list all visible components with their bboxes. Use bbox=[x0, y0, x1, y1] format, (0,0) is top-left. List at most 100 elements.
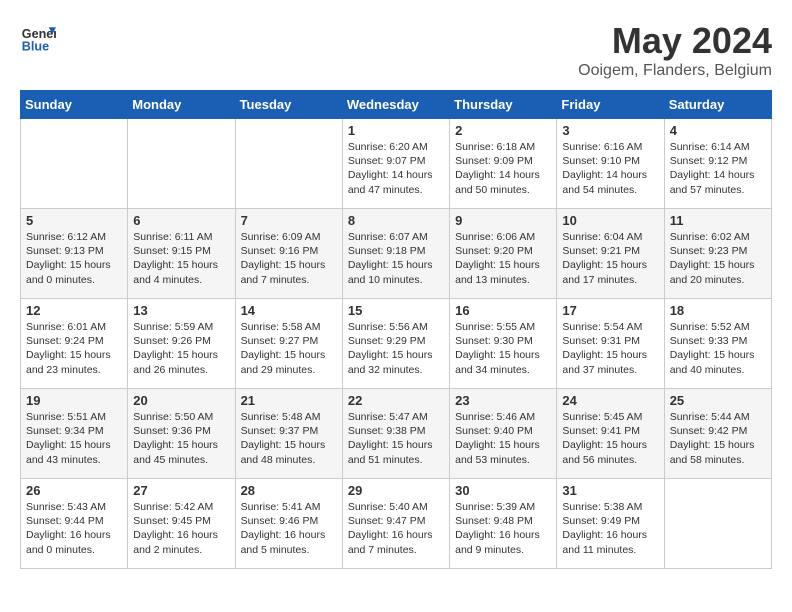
day-cell: 31Sunrise: 5:38 AM Sunset: 9:49 PM Dayli… bbox=[557, 479, 664, 569]
day-number: 23 bbox=[455, 393, 551, 408]
day-cell: 17 Sunrise: 5:54 AM Sunset: 9:31 PM Dayli… bbox=[557, 299, 664, 389]
logo-icon: General Blue bbox=[20, 20, 56, 56]
day-cell: 9Sunrise: 6:06 AM Sunset: 9:20 PM Daylig… bbox=[450, 209, 557, 299]
svg-text:Blue: Blue bbox=[22, 40, 49, 54]
col-saturday: Saturday bbox=[664, 91, 771, 119]
day-number: 4 bbox=[670, 123, 766, 138]
day-cell: 26 Sunrise: 5:43 AM Sunset: 9:44 PM Dayli… bbox=[21, 479, 128, 569]
day-number: 26 bbox=[26, 483, 122, 498]
day-info: Sunrise: 6:01 AM Sunset: 9:24 PM Dayligh… bbox=[26, 320, 122, 377]
day-number: 29 bbox=[348, 483, 444, 498]
day-cell: 29 Sunrise: 5:40 AM Sunset: 9:47 PM Dayli… bbox=[342, 479, 449, 569]
day-number: 8 bbox=[348, 213, 444, 228]
day-cell: 4 Sunrise: 6:14 AM Sunset: 9:12 PM Daylig… bbox=[664, 119, 771, 209]
day-number: 20 bbox=[133, 393, 229, 408]
day-cell: 13 Sunrise: 5:59 AM Sunset: 9:26 PM Dayli… bbox=[128, 299, 235, 389]
day-info: Sunrise: 5:46 AM Sunset: 9:40 PM Dayligh… bbox=[455, 410, 551, 467]
col-wednesday: Wednesday bbox=[342, 91, 449, 119]
day-cell: 10Sunrise: 6:04 AM Sunset: 9:21 PM Dayli… bbox=[557, 209, 664, 299]
week-row-2: 5Sunrise: 6:12 AM Sunset: 9:13 PM Daylig… bbox=[21, 209, 772, 299]
calendar-header: Sunday Monday Tuesday Wednesday Thursday… bbox=[21, 91, 772, 119]
day-cell bbox=[664, 479, 771, 569]
day-info: Sunrise: 5:55 AM Sunset: 9:30 PM Dayligh… bbox=[455, 320, 551, 377]
day-info: Sunrise: 5:54 AM Sunset: 9:31 PM Dayligh… bbox=[562, 320, 658, 377]
day-number: 12 bbox=[26, 303, 122, 318]
day-info: Sunrise: 6:16 AM Sunset: 9:10 PM Dayligh… bbox=[562, 140, 658, 197]
title-block: May 2024 Ooigem, Flanders, Belgium bbox=[578, 20, 772, 80]
day-cell: 20Sunrise: 5:50 AM Sunset: 9:36 PM Dayli… bbox=[128, 389, 235, 479]
day-cell: 11Sunrise: 6:02 AM Sunset: 9:23 PM Dayli… bbox=[664, 209, 771, 299]
day-cell: 28Sunrise: 5:41 AM Sunset: 9:46 PM Dayli… bbox=[235, 479, 342, 569]
day-info: Sunrise: 5:47 AM Sunset: 9:38 PM Dayligh… bbox=[348, 410, 444, 467]
logo: General Blue bbox=[20, 20, 56, 56]
day-cell: 22 Sunrise: 5:47 AM Sunset: 9:38 PM Dayli… bbox=[342, 389, 449, 479]
week-row-5: 26 Sunrise: 5:43 AM Sunset: 9:44 PM Dayli… bbox=[21, 479, 772, 569]
header-row: Sunday Monday Tuesday Wednesday Thursday… bbox=[21, 91, 772, 119]
day-cell: 5Sunrise: 6:12 AM Sunset: 9:13 PM Daylig… bbox=[21, 209, 128, 299]
day-cell: 27 Sunrise: 5:42 AM Sunset: 9:45 PM Dayli… bbox=[128, 479, 235, 569]
day-info: Sunrise: 6:09 AM Sunset: 9:16 PM Dayligh… bbox=[241, 230, 337, 287]
calendar-table: Sunday Monday Tuesday Wednesday Thursday… bbox=[20, 90, 772, 569]
day-info: Sunrise: 5:45 AM Sunset: 9:41 PM Dayligh… bbox=[562, 410, 658, 467]
day-cell: 19 Sunrise: 5:51 AM Sunset: 9:34 PM Dayli… bbox=[21, 389, 128, 479]
day-number: 1 bbox=[348, 123, 444, 138]
day-info: Sunrise: 5:40 AM Sunset: 9:47 PM Dayligh… bbox=[348, 500, 444, 557]
calendar-subtitle: Ooigem, Flanders, Belgium bbox=[578, 62, 772, 80]
day-info: Sunrise: 6:14 AM Sunset: 9:12 PM Dayligh… bbox=[670, 140, 766, 197]
day-info: Sunrise: 5:42 AM Sunset: 9:45 PM Dayligh… bbox=[133, 500, 229, 557]
day-cell: 12 Sunrise: 6:01 AM Sunset: 9:24 PM Dayli… bbox=[21, 299, 128, 389]
day-number: 7 bbox=[241, 213, 337, 228]
week-row-1: 1Sunrise: 6:20 AM Sunset: 9:07 PM Daylig… bbox=[21, 119, 772, 209]
day-info: Sunrise: 6:12 AM Sunset: 9:13 PM Dayligh… bbox=[26, 230, 122, 287]
day-number: 21 bbox=[241, 393, 337, 408]
day-number: 13 bbox=[133, 303, 229, 318]
day-info: Sunrise: 5:51 AM Sunset: 9:34 PM Dayligh… bbox=[26, 410, 122, 467]
day-number: 24 bbox=[562, 393, 658, 408]
day-cell: 21 Sunrise: 5:48 AM Sunset: 9:37 PM Dayli… bbox=[235, 389, 342, 479]
day-cell: 3Sunrise: 6:16 AM Sunset: 9:10 PM Daylig… bbox=[557, 119, 664, 209]
day-cell: 8 Sunrise: 6:07 AM Sunset: 9:18 PM Daylig… bbox=[342, 209, 449, 299]
day-info: Sunrise: 5:39 AM Sunset: 9:48 PM Dayligh… bbox=[455, 500, 551, 557]
day-cell: 23 Sunrise: 5:46 AM Sunset: 9:40 PM Dayli… bbox=[450, 389, 557, 479]
day-cell bbox=[128, 119, 235, 209]
day-number: 16 bbox=[455, 303, 551, 318]
day-cell bbox=[21, 119, 128, 209]
day-info: Sunrise: 5:56 AM Sunset: 9:29 PM Dayligh… bbox=[348, 320, 444, 377]
day-number: 28 bbox=[241, 483, 337, 498]
day-number: 14 bbox=[241, 303, 337, 318]
col-thursday: Thursday bbox=[450, 91, 557, 119]
day-number: 18 bbox=[670, 303, 766, 318]
day-info: Sunrise: 5:48 AM Sunset: 9:37 PM Dayligh… bbox=[241, 410, 337, 467]
day-cell: 24 Sunrise: 5:45 AM Sunset: 9:41 PM Dayli… bbox=[557, 389, 664, 479]
day-cell: 1Sunrise: 6:20 AM Sunset: 9:07 PM Daylig… bbox=[342, 119, 449, 209]
day-info: Sunrise: 5:38 AM Sunset: 9:49 PM Dayligh… bbox=[562, 500, 658, 557]
col-tuesday: Tuesday bbox=[235, 91, 342, 119]
col-sunday: Sunday bbox=[21, 91, 128, 119]
day-number: 27 bbox=[133, 483, 229, 498]
day-info: Sunrise: 6:18 AM Sunset: 9:09 PM Dayligh… bbox=[455, 140, 551, 197]
page-header: General Blue May 2024 Ooigem, Flanders, … bbox=[20, 20, 772, 80]
day-number: 2 bbox=[455, 123, 551, 138]
week-row-3: 12 Sunrise: 6:01 AM Sunset: 9:24 PM Dayli… bbox=[21, 299, 772, 389]
day-cell: 25Sunrise: 5:44 AM Sunset: 9:42 PM Dayli… bbox=[664, 389, 771, 479]
day-cell: 18 Sunrise: 5:52 AM Sunset: 9:33 PM Dayli… bbox=[664, 299, 771, 389]
col-monday: Monday bbox=[128, 91, 235, 119]
day-number: 22 bbox=[348, 393, 444, 408]
day-info: Sunrise: 5:59 AM Sunset: 9:26 PM Dayligh… bbox=[133, 320, 229, 377]
day-cell: 7 Sunrise: 6:09 AM Sunset: 9:16 PM Daylig… bbox=[235, 209, 342, 299]
day-info: Sunrise: 6:07 AM Sunset: 9:18 PM Dayligh… bbox=[348, 230, 444, 287]
day-number: 17 bbox=[562, 303, 658, 318]
day-number: 19 bbox=[26, 393, 122, 408]
calendar-body: 1Sunrise: 6:20 AM Sunset: 9:07 PM Daylig… bbox=[21, 119, 772, 569]
col-friday: Friday bbox=[557, 91, 664, 119]
day-info: Sunrise: 6:06 AM Sunset: 9:20 PM Dayligh… bbox=[455, 230, 551, 287]
day-cell: 2 Sunrise: 6:18 AM Sunset: 9:09 PM Daylig… bbox=[450, 119, 557, 209]
day-info: Sunrise: 6:04 AM Sunset: 9:21 PM Dayligh… bbox=[562, 230, 658, 287]
day-info: Sunrise: 5:43 AM Sunset: 9:44 PM Dayligh… bbox=[26, 500, 122, 557]
day-cell: 6 Sunrise: 6:11 AM Sunset: 9:15 PM Daylig… bbox=[128, 209, 235, 299]
day-number: 6 bbox=[133, 213, 229, 228]
day-cell bbox=[235, 119, 342, 209]
day-number: 25 bbox=[670, 393, 766, 408]
day-info: Sunrise: 6:11 AM Sunset: 9:15 PM Dayligh… bbox=[133, 230, 229, 287]
day-info: Sunrise: 5:52 AM Sunset: 9:33 PM Dayligh… bbox=[670, 320, 766, 377]
